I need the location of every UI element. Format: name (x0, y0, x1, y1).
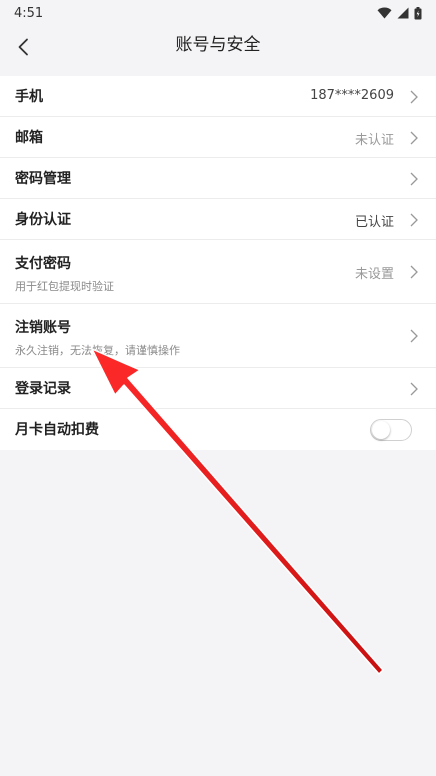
row-identity-verification[interactable]: 身份认证 已认证 (0, 199, 436, 240)
row-login-history[interactable]: 登录记录 (0, 368, 436, 409)
row-label: 邮箱 (15, 130, 43, 146)
chevron-right-icon (410, 381, 418, 400)
row-label: 注销账号 (15, 320, 71, 336)
row-monthly-card-autopay: 月卡自动扣费 (0, 409, 436, 450)
status-icons (377, 6, 422, 20)
chevron-right-icon (410, 89, 418, 108)
chevron-right-icon (410, 212, 418, 231)
page-title: 账号与安全 (175, 35, 261, 55)
chevron-right-icon (410, 328, 418, 347)
toggle-knob (372, 421, 390, 439)
row-label: 月卡自动扣费 (15, 422, 99, 438)
chevron-right-icon (410, 130, 418, 149)
row-label: 手机 (15, 89, 43, 105)
row-payment-password[interactable]: 支付密码 用于红包提现时验证 未设置 (0, 240, 436, 304)
row-value: 未设置 (354, 267, 394, 282)
chevron-right-icon (410, 264, 418, 283)
top-bar: 账号与安全 (0, 26, 436, 72)
row-cancel-account[interactable]: 注销账号 永久注销，无法恢复，请谨慎操作 (0, 304, 436, 368)
row-label: 密码管理 (15, 171, 71, 187)
autopay-toggle[interactable] (370, 419, 412, 441)
row-label: 身份认证 (15, 212, 71, 228)
wifi-icon (377, 7, 392, 19)
signal-icon (397, 7, 409, 19)
row-label: 登录记录 (15, 381, 71, 397)
settings-list: 手机 187****2609 邮箱 未认证 密码管理 身份认证 已认证 支付密码… (0, 76, 436, 450)
row-subtitle: 永久注销，无法恢复，请谨慎操作 (15, 344, 180, 357)
row-subtitle: 用于红包提现时验证 (15, 280, 114, 293)
row-phone[interactable]: 手机 187****2609 (0, 76, 436, 117)
row-email[interactable]: 邮箱 未认证 (0, 117, 436, 158)
battery-icon (414, 6, 422, 20)
status-time: 4:51 (14, 5, 44, 21)
row-value: 已认证 (354, 215, 394, 230)
row-password-management[interactable]: 密码管理 (0, 158, 436, 199)
chevron-right-icon (410, 171, 418, 190)
row-value: 187****2609 (310, 88, 394, 103)
status-bar: 4:51 (0, 0, 436, 26)
row-value: 未认证 (354, 133, 394, 148)
row-label: 支付密码 (15, 256, 71, 272)
